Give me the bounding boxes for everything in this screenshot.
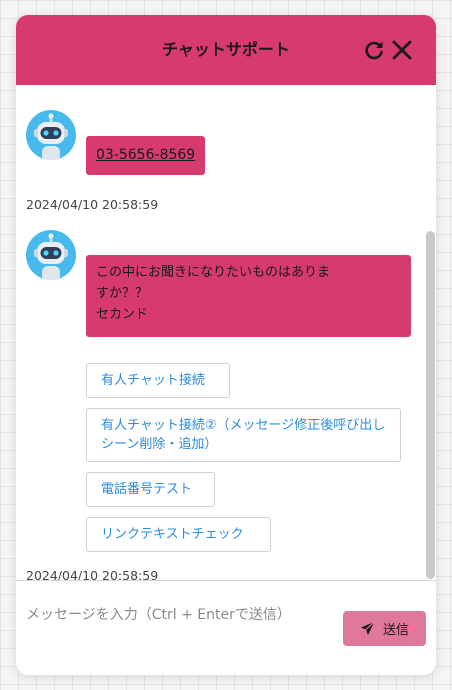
chat-widget: チャットサポート 03-5656-8569 2024/04/10 20:58:5…	[16, 15, 436, 675]
message-line: この中にお聞きになりたいものはありま	[96, 265, 331, 280]
close-icon	[392, 40, 412, 60]
robot-icon	[34, 113, 68, 160]
option-button[interactable]: 有人チャット接続②（メッセージ修正後呼び出しシーン削除・追加）	[86, 408, 401, 462]
option-button[interactable]: 有人チャット接続	[86, 363, 230, 398]
refresh-button[interactable]	[361, 37, 387, 63]
message-line: セカンド	[96, 307, 149, 322]
bot-avatar	[26, 110, 76, 160]
message-input[interactable]	[26, 600, 336, 634]
bot-avatar	[26, 230, 76, 280]
phone-link[interactable]: 03-5656-8569	[86, 136, 206, 175]
message-list[interactable]: 03-5656-8569 2024/04/10 20:58:59 この中にお聞き…	[16, 85, 436, 580]
send-button[interactable]: 送信	[343, 611, 426, 646]
robot-icon	[34, 233, 68, 280]
chat-header: チャットサポート	[16, 15, 436, 85]
message-timestamp: 2024/04/10 20:58:59	[26, 197, 159, 212]
option-button[interactable]: 電話番号テスト	[86, 472, 215, 507]
composer-divider	[16, 580, 436, 581]
send-label: 送信	[382, 623, 409, 638]
message-timestamp: 2024/04/10 20:58:59	[26, 568, 159, 580]
scrollbar[interactable]	[426, 231, 435, 579]
message-line: すか？？	[96, 286, 149, 301]
close-button[interactable]	[389, 37, 415, 63]
refresh-icon	[365, 41, 383, 60]
bot-message: この中にお聞きになりたいものはありま すか？？ セカンド	[86, 255, 411, 337]
paper-plane-icon	[360, 621, 375, 636]
option-button[interactable]: リンクテキストチェック	[86, 517, 271, 552]
